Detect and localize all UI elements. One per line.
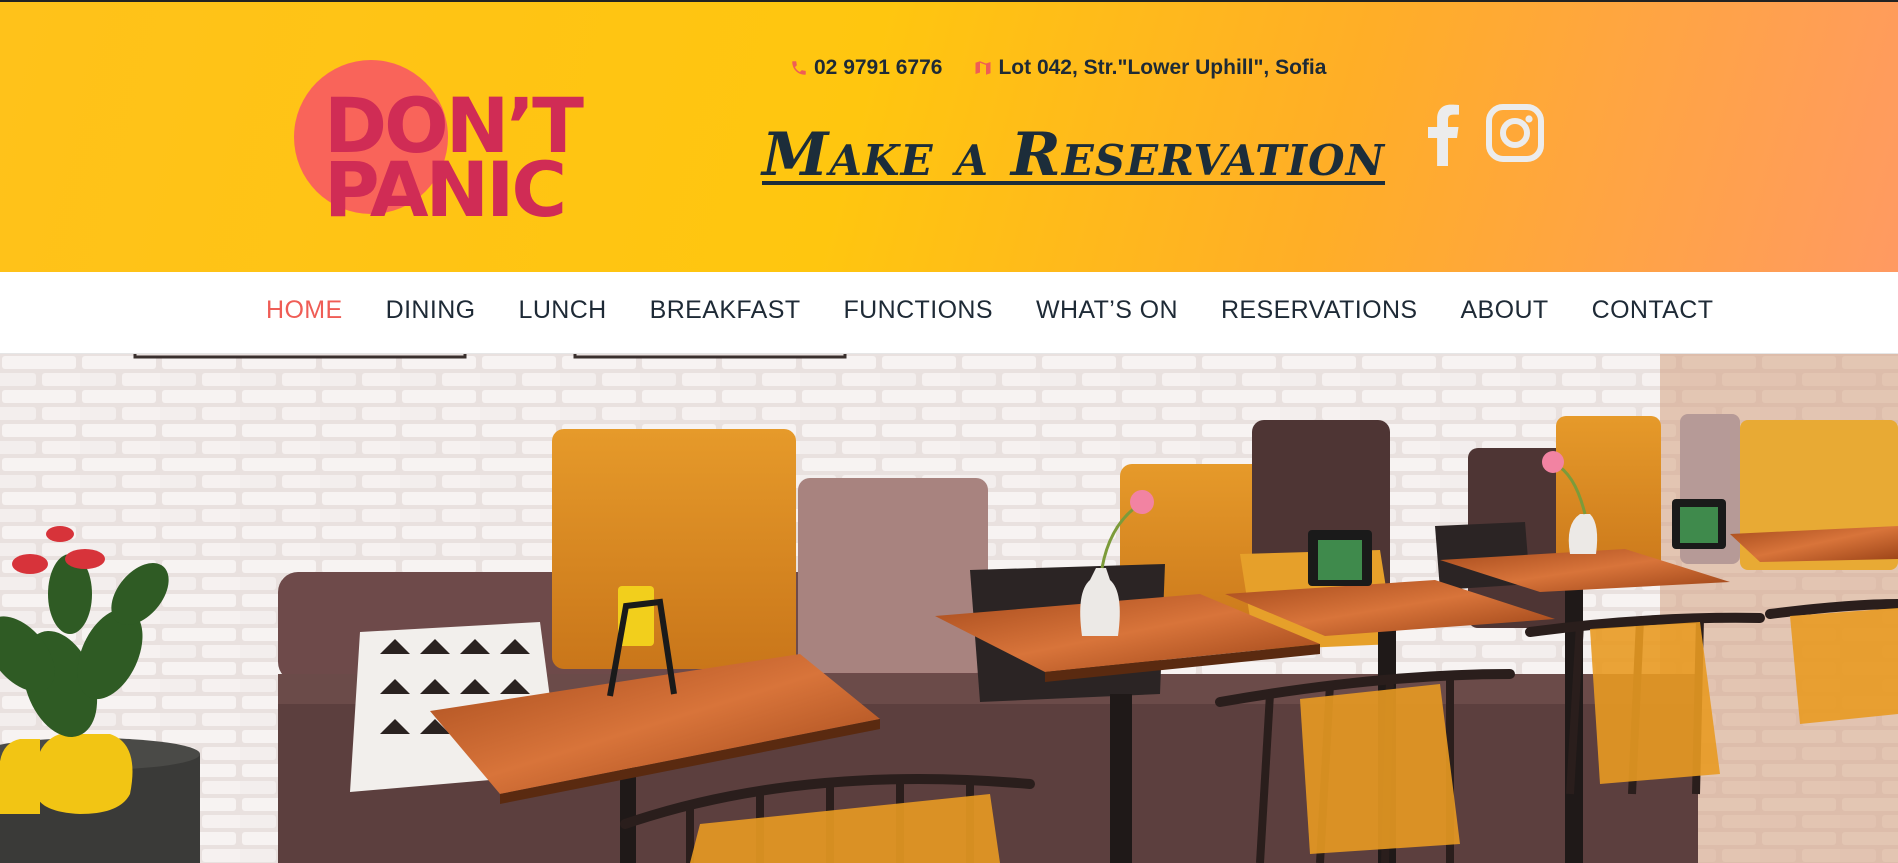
contact-bar: 02 9791 6776 Lot 042, Str."Lower Uphill"… [790, 54, 1326, 82]
phone-number[interactable]: 02 9791 6776 [814, 56, 942, 80]
nav-item-functions[interactable]: FUNCTIONS [844, 296, 993, 325]
nav-item-whats-on[interactable]: WHAT’S ON [1036, 296, 1178, 325]
cafe-interior-photo [0, 354, 1898, 863]
logo-line-2: PANIC [324, 145, 567, 234]
nav-item-reservations[interactable]: RESERVATIONS [1221, 296, 1418, 325]
facebook-icon[interactable] [1422, 102, 1462, 166]
nav-item-home[interactable]: HOME [266, 296, 343, 325]
nav-item-about[interactable]: ABOUT [1460, 296, 1548, 325]
instagram-icon[interactable] [1486, 102, 1544, 166]
main-nav: HOME DINING LUNCH BREAKFAST FUNCTIONS WH… [0, 272, 1898, 354]
make-reservation-link[interactable]: Make a Reservation [762, 120, 1385, 190]
map-icon [975, 61, 991, 75]
logo-wordmark: DON’T PANIC [324, 88, 584, 234]
nav-item-contact[interactable]: CONTACT [1592, 296, 1714, 325]
nav-item-breakfast[interactable]: BREAKFAST [650, 296, 801, 325]
nav-item-dining[interactable]: DINING [386, 296, 476, 325]
phone-icon [792, 61, 806, 75]
site-header: DON’T PANIC 02 9791 6776 Lot 042, Str."L… [0, 0, 1898, 272]
hero-image [0, 354, 1898, 863]
site-logo[interactable]: DON’T PANIC [294, 60, 604, 240]
nav-item-lunch[interactable]: LUNCH [519, 296, 607, 325]
address[interactable]: Lot 042, Str."Lower Uphill", Sofia [998, 56, 1326, 80]
